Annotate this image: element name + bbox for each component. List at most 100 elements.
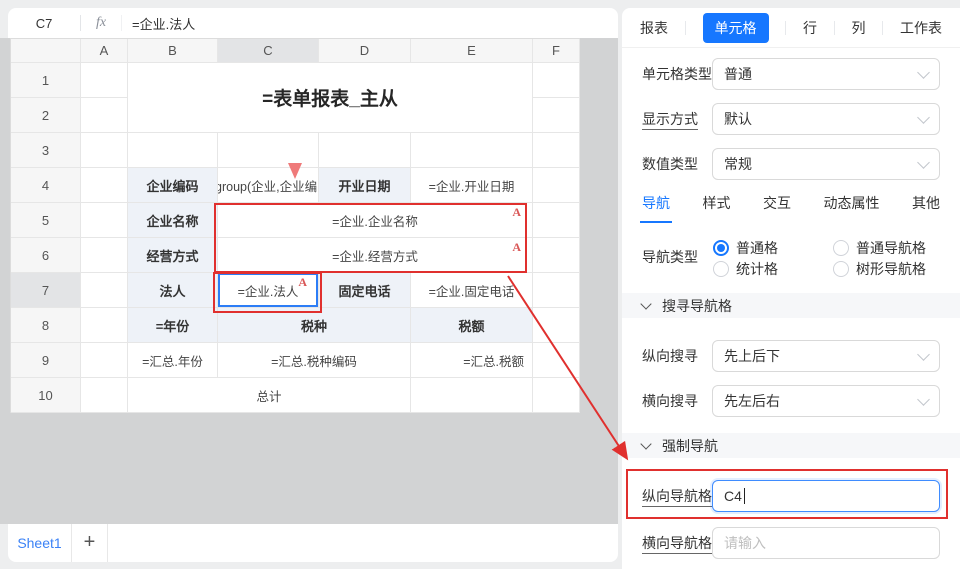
grid-cell-empty[interactable] — [81, 203, 128, 238]
section-force-nav[interactable]: 强制导航 — [622, 433, 960, 458]
tab-worksheet[interactable]: 工作表 — [900, 18, 942, 38]
grid-cell-B10[interactable]: 总计 — [128, 378, 411, 413]
grid-cell-E4[interactable]: =企业.开业日期 — [411, 168, 533, 203]
subtab-style[interactable]: 样式 — [703, 193, 731, 213]
grid-cell-empty[interactable] — [319, 133, 411, 168]
grid-cell-empty[interactable] — [533, 343, 580, 378]
grid-cell-empty[interactable] — [218, 133, 319, 168]
vertical-search-select[interactable]: 先上后下 — [712, 340, 940, 372]
grid-cell-B1[interactable]: =表单报表_主从 — [128, 63, 533, 133]
row-header-4[interactable]: 4 — [11, 168, 81, 203]
grid-cell-empty[interactable] — [533, 378, 580, 413]
row-header-3[interactable]: 3 — [11, 133, 81, 168]
grid-cell-B6[interactable]: 经营方式 — [128, 238, 218, 273]
panel-tab-bar: 报表 单元格 行 列 工作表 — [622, 8, 960, 48]
grid-cell-B8[interactable]: =年份 — [128, 308, 218, 343]
grid-cell-empty[interactable] — [81, 168, 128, 203]
number-type-select[interactable]: 常规 — [712, 148, 940, 180]
grid-cell-E9[interactable]: =汇总.税额 — [411, 343, 533, 378]
grid-cell-B4[interactable]: 企业编码 — [128, 168, 218, 203]
divider — [785, 21, 786, 35]
grid-cell-empty[interactable] — [533, 168, 580, 203]
tab-cell[interactable]: 单元格 — [703, 13, 769, 43]
col-header-A[interactable]: A — [81, 39, 128, 63]
tab-row[interactable]: 行 — [803, 18, 817, 38]
grid-cell-D7[interactable]: 固定电话 — [319, 273, 411, 308]
section-search-nav-cell[interactable]: 搜寻导航格 — [622, 293, 960, 318]
radio-normal-cell[interactable]: 普通格 — [713, 239, 833, 257]
row-header-1[interactable]: 1 — [11, 63, 81, 98]
grid-cell-empty[interactable] — [411, 133, 533, 168]
row-header-10[interactable]: 10 — [11, 378, 81, 413]
cell-text: 税额 — [458, 316, 484, 335]
row-header-8[interactable]: 8 — [11, 308, 81, 343]
subtab-dynamic-props[interactable]: 动态属性 — [824, 193, 880, 213]
subtab-navigation[interactable]: 导航 — [642, 193, 670, 213]
row-header-2[interactable]: 2 — [11, 98, 81, 133]
radio-normal-nav-cell[interactable]: 普通导航格 — [833, 239, 926, 257]
grid-cell-empty[interactable] — [533, 133, 580, 168]
cell-type-select[interactable]: 普通 — [712, 58, 940, 90]
grid-cell-D4[interactable]: 开业日期 — [319, 168, 411, 203]
horizontal-nav-cell-input[interactable]: 请输入 — [712, 527, 940, 559]
col-header-C[interactable]: C — [218, 39, 319, 63]
grid-cell-E8[interactable]: 税额 — [411, 308, 533, 343]
row-header-9[interactable]: 9 — [11, 343, 81, 378]
grid-cell-B9[interactable]: =汇总.年份 — [128, 343, 218, 378]
grid-cell-empty[interactable] — [533, 273, 580, 308]
cell-text: 企业名称 — [146, 211, 198, 230]
grid-cell-empty[interactable] — [128, 133, 218, 168]
subtab-interaction[interactable]: 交互 — [763, 193, 791, 213]
radio-stat-cell[interactable]: 统计格 — [713, 260, 833, 278]
tab-column[interactable]: 列 — [852, 18, 866, 38]
radio-tree-nav-cell[interactable]: 树形导航格 — [833, 260, 926, 278]
cell-text: =年份 — [156, 316, 190, 335]
grid-cell-C8[interactable]: 税种 — [218, 308, 411, 343]
grid-cell-B5[interactable]: 企业名称 — [128, 203, 218, 238]
grid-cell-empty[interactable] — [81, 343, 128, 378]
grid-cell-C9[interactable]: =汇总.税种编码 — [218, 343, 411, 378]
tab-report[interactable]: 报表 — [640, 18, 668, 38]
row-header-7[interactable]: 7 — [11, 273, 81, 308]
grid-cell-empty[interactable] — [533, 238, 580, 273]
grid-cell-B7[interactable]: 法人 — [128, 273, 218, 308]
grid-cell-empty[interactable] — [533, 203, 580, 238]
red-letter-marker: A — [512, 205, 521, 220]
cell-text: =汇总.年份 — [142, 351, 203, 370]
select-value: 先左后右 — [724, 391, 780, 411]
grid-cell-empty[interactable] — [81, 273, 128, 308]
grid-corner[interactable] — [11, 39, 81, 63]
grid-cell-E7[interactable]: =企业.固定电话 — [411, 273, 533, 308]
formula-input[interactable]: =企业.法人 — [122, 14, 618, 33]
add-sheet-button[interactable]: + — [72, 524, 108, 562]
grid-cell-C4[interactable]: group(企业,企业编 — [218, 168, 319, 203]
fx-icon: fx — [81, 15, 121, 31]
col-header-D[interactable]: D — [319, 39, 411, 63]
col-header-B[interactable]: B — [128, 39, 218, 63]
horizontal-search-select[interactable]: 先左后右 — [712, 385, 940, 417]
grid-cell-empty[interactable] — [81, 238, 128, 273]
subtab-other[interactable]: 其他 — [912, 193, 940, 213]
grid-cell-C5[interactable]: =企业.企业名称A — [218, 203, 533, 238]
grid-cell-empty[interactable] — [533, 63, 580, 98]
row-header-6[interactable]: 6 — [11, 238, 81, 273]
grid-cell-empty[interactable] — [533, 98, 580, 133]
field-vertical-nav-cell: 纵向导航格 C4 — [642, 480, 940, 512]
grid-cell-empty[interactable] — [81, 98, 128, 133]
grid-cell-empty[interactable] — [81, 308, 128, 343]
row-header-5[interactable]: 5 — [11, 203, 81, 238]
vertical-nav-cell-input[interactable]: C4 — [712, 480, 940, 512]
col-header-E[interactable]: E — [411, 39, 533, 63]
col-header-F[interactable]: F — [533, 39, 580, 63]
grid-cell-empty[interactable] — [81, 378, 128, 413]
grid-cell-empty[interactable] — [81, 133, 128, 168]
grid-cell-C6[interactable]: =企业.经营方式A — [218, 238, 533, 273]
grid-cell-empty[interactable] — [81, 63, 128, 98]
grid-cell-empty[interactable] — [533, 308, 580, 343]
field-horizontal-nav-cell: 横向导航格 请输入 — [642, 527, 940, 559]
grid-cell-empty[interactable] — [411, 378, 533, 413]
sheet-tab-sheet1[interactable]: Sheet1 — [8, 524, 72, 562]
cell-reference-box[interactable]: C7 — [8, 16, 80, 31]
display-mode-select[interactable]: 默认 — [712, 103, 940, 135]
grid-cell-C7[interactable]: =企业.法人A — [218, 273, 319, 308]
